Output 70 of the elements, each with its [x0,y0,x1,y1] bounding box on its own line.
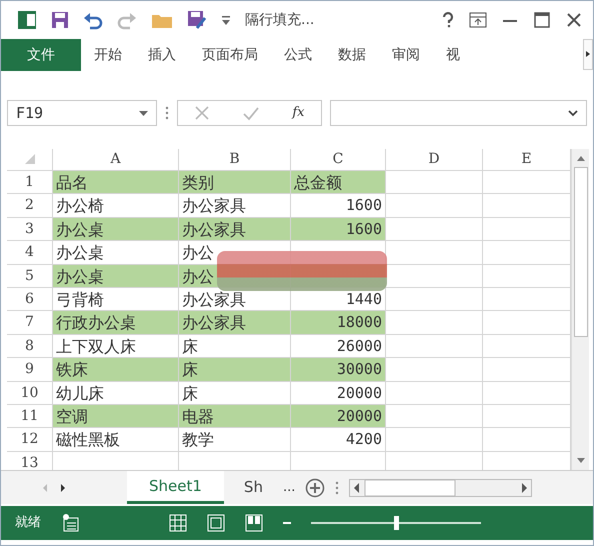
row-header[interactable]: 10 [7,382,53,405]
table-cell: 1600 [291,218,386,242]
ribbon-display-icon[interactable] [469,11,487,29]
horizontal-scrollbar[interactable] [349,478,532,496]
maximize-icon[interactable] [533,11,551,29]
grip-icon[interactable] [165,106,169,120]
ribbon-tab[interactable]: 公式 [271,39,325,71]
expand-icon[interactable] [568,110,578,116]
table-cell: 磁性黑板 [53,428,179,452]
formula-input[interactable] [330,100,587,126]
insert-function-button[interactable]: fx [292,103,304,123]
page-break-icon[interactable] [245,514,263,532]
row-header[interactable]: 8 [7,334,53,358]
macro-record-icon[interactable] [61,513,79,533]
page-layout-icon[interactable] [207,514,225,532]
next-sheet-icon[interactable] [59,482,67,492]
customize-icon[interactable] [221,15,231,25]
column-header[interactable]: B [179,149,291,171]
row-header[interactable]: 6 [7,288,53,312]
table-cell: 办公桌 [53,264,179,288]
dropdown-icon[interactable] [139,110,148,116]
check-icon[interactable] [243,105,260,121]
table-cell: 品名 [53,171,179,194]
table-cell: 行政办公桌 [53,311,179,335]
vertical-scrollbar[interactable] [571,149,589,470]
more-sheets-button[interactable]: ... [282,478,296,498]
ribbon-tab[interactable]: 插入 [135,39,189,71]
column-header[interactable]: A [53,149,179,171]
close-icon[interactable] [565,11,583,29]
save-as-icon[interactable] [187,10,207,30]
help-icon[interactable] [441,11,455,29]
grip-icon[interactable] [335,480,340,494]
scroll-thumb[interactable] [574,167,588,337]
table-cell: 4200 [291,428,386,452]
column-header[interactable]: E [483,149,571,171]
undo-icon[interactable] [83,10,103,30]
ribbon-tab[interactable]: 数据 [325,39,379,71]
row-header[interactable]: 12 [7,428,53,452]
row-header[interactable]: 4 [7,241,53,265]
window-title: 隔行填充... [245,10,314,30]
table-cell: 总金额 [291,171,386,194]
table-cell: 电器 [179,404,291,428]
table-cell: 20000 [291,404,386,428]
column-header[interactable]: D [386,149,483,171]
column-header[interactable]: C [291,149,386,171]
ribbon-tab[interactable]: 页面布局 [189,39,271,71]
add-sheet-icon[interactable] [305,478,326,498]
normal-view-icon[interactable] [169,514,187,532]
app-icon[interactable] [17,10,37,30]
row-header[interactable]: 2 [7,194,53,218]
table-cell: 类别 [179,171,291,194]
table-cell: 18000 [291,311,386,335]
ribbon-tab[interactable]: 视 [433,39,473,71]
scroll-right-icon[interactable] [583,39,593,70]
table-cell: 办公桌 [53,218,179,242]
status-text: 就绪 [15,514,41,532]
ribbon-tab[interactable]: 文件 [1,39,81,71]
name-box[interactable]: F19 [7,100,157,126]
zoom-slider-thumb[interactable] [394,516,399,530]
table-cell: 办公家具 [179,311,291,335]
table-cell: 床 [179,358,291,382]
table-cell: 铁床 [53,358,179,382]
table-cell: 教学 [179,428,291,452]
table-cell: 办公家具 [179,218,291,242]
sheet-tab[interactable]: Sheet1 [127,470,224,504]
table-cell: 空调 [53,404,179,428]
save-icon[interactable] [51,11,69,29]
ribbon-tab[interactable]: 审阅 [379,39,433,71]
ribbon-tab[interactable]: 开始 [81,39,135,71]
table-cell: 30000 [291,358,386,382]
